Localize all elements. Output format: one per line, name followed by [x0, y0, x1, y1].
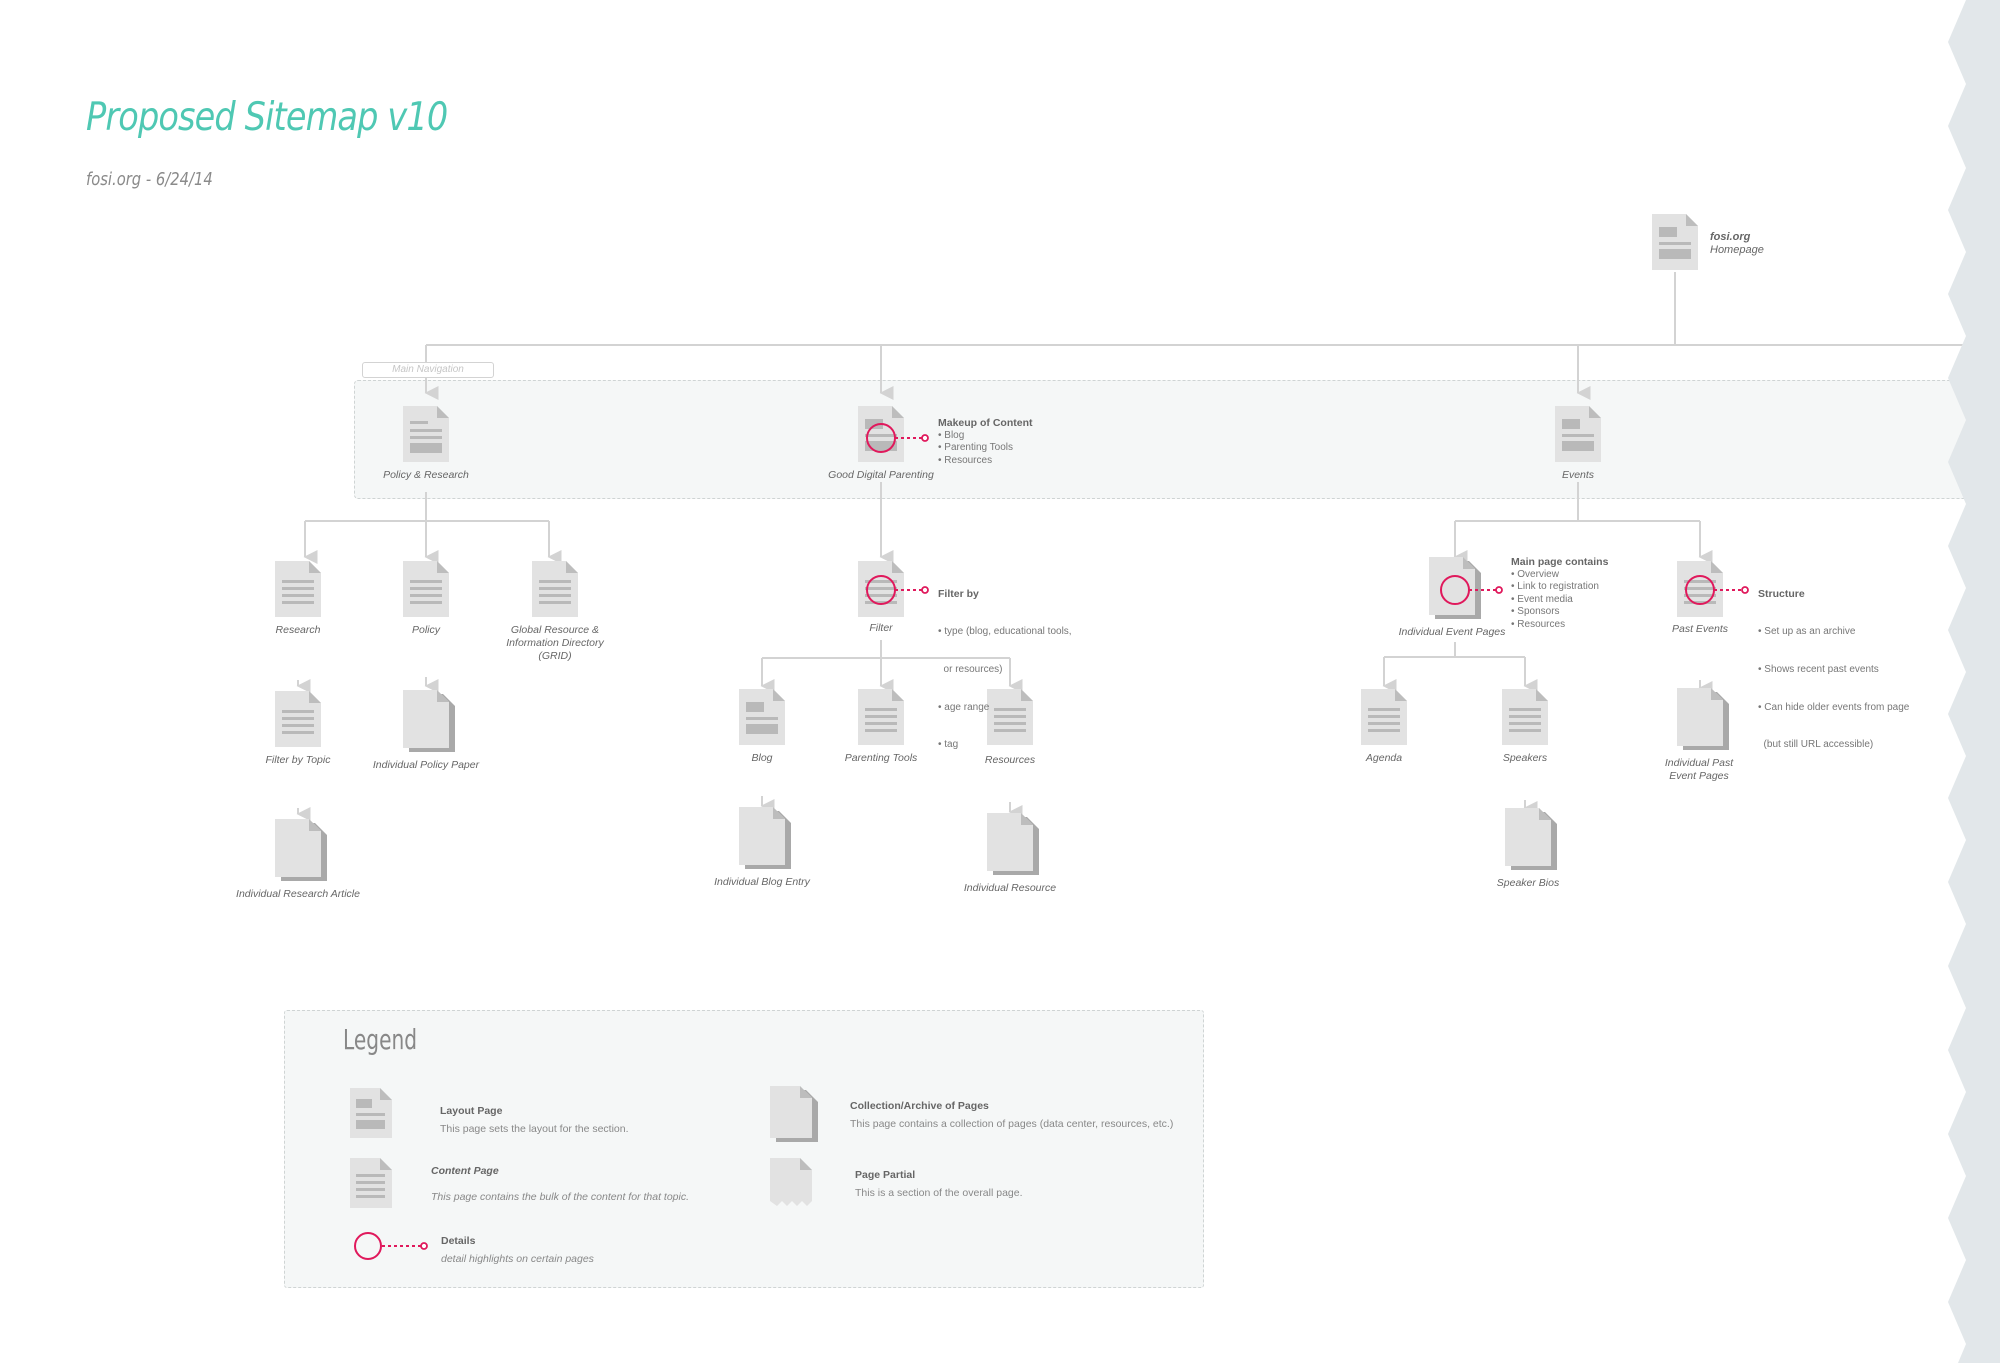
details-marker-icon	[1685, 575, 1749, 605]
details-marker-icon	[866, 423, 929, 453]
details-marker-icon	[1440, 575, 1503, 605]
detail-markers	[866, 423, 1749, 605]
details-marker-icon	[866, 575, 929, 605]
